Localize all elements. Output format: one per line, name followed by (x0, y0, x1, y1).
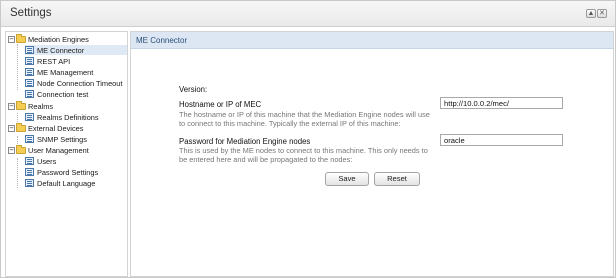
tree-item-label: SNMP Settings (37, 134, 87, 144)
tree-item-me-management[interactable]: ME Management (25, 67, 93, 77)
password-input[interactable] (440, 134, 563, 146)
tree-item-me-connector[interactable]: ME Connector (25, 45, 127, 55)
tree-group-user-management[interactable]: − User Management (8, 144, 89, 155)
tree-item-label: Default Language (37, 178, 96, 188)
tree-item-label: Connection test (37, 89, 89, 99)
tree-group-label: Mediation Engines (28, 34, 89, 44)
window-title: Settings (10, 7, 52, 19)
settings-page-icon (25, 79, 34, 87)
settings-page-icon (25, 135, 34, 143)
password-help-text: This is used by the ME nodes to connect … (179, 146, 428, 164)
close-icon[interactable]: ✕ (597, 9, 607, 18)
tree-guide (17, 136, 18, 144)
hostname-help-text: The hostname or IP of this machine that … (179, 110, 430, 128)
tree-item-label: Node Connection Timeout (37, 78, 123, 88)
tree-group-mediation-engines[interactable]: − Mediation Engines (8, 33, 89, 44)
tree-item-label: ME Management (37, 67, 94, 77)
settings-panel: ME Connector Version: Hostname or IP of … (130, 31, 614, 277)
settings-page-icon (25, 157, 34, 165)
settings-page-icon (25, 90, 34, 98)
tree-group-external-devices[interactable]: − External Devices (8, 122, 84, 133)
tree-item-snmp-settings[interactable]: SNMP Settings (25, 134, 87, 144)
tree-group-label: External Devices (28, 123, 84, 133)
password-label: Password for Mediation Engine nodes (179, 137, 311, 146)
settings-page-icon (25, 68, 34, 76)
hostname-input[interactable] (440, 97, 563, 109)
tree-guide (17, 158, 18, 188)
window-controls: ▲ ✕ (586, 9, 607, 18)
folder-icon (16, 122, 26, 132)
settings-page-icon (25, 168, 34, 176)
settings-page-icon (25, 57, 34, 65)
tree-item-connection-test[interactable]: Connection test (25, 89, 88, 99)
title-bar: Settings ▲ ✕ (1, 1, 615, 27)
panel-header: ME Connector (131, 32, 613, 49)
settings-window: Settings ▲ ✕ − Mediation Engines ME Conn… (0, 0, 616, 278)
tree-item-label: Users (37, 156, 57, 166)
tree-item-label: REST API (37, 56, 71, 66)
settings-page-icon (25, 46, 34, 54)
collapse-toggle-icon[interactable]: − (8, 124, 15, 132)
tree-item-node-connection-timeout[interactable]: Node Connection Timeout (25, 78, 122, 88)
collapse-icon[interactable]: ▲ (586, 9, 596, 18)
tree-item-default-language[interactable]: Default Language (25, 178, 95, 188)
folder-icon (16, 100, 26, 110)
settings-tree: − Mediation Engines ME Connector REST AP… (5, 31, 128, 277)
tree-group-label: Realms (28, 101, 54, 111)
version-label: Version: (179, 85, 208, 94)
folder-icon (16, 33, 26, 43)
tree-item-realms-definitions[interactable]: Realms Definitions (25, 112, 99, 122)
collapse-toggle-icon[interactable]: − (8, 102, 15, 110)
tree-item-label: ME Connector (37, 45, 85, 55)
settings-page-icon (25, 113, 34, 121)
tree-guide (17, 44, 18, 90)
settings-page-icon (25, 179, 34, 187)
hostname-label: Hostname or IP of MEC (179, 100, 262, 109)
collapse-toggle-icon[interactable]: − (8, 146, 15, 154)
tree-item-users[interactable]: Users (25, 156, 56, 166)
save-button[interactable]: Save (325, 172, 369, 186)
tree-item-rest-api[interactable]: REST API (25, 56, 70, 66)
collapse-toggle-icon[interactable]: − (8, 35, 15, 43)
tree-group-label: User Management (28, 145, 89, 155)
tree-item-label: Password Settings (37, 167, 99, 177)
tree-item-password-settings[interactable]: Password Settings (25, 167, 98, 177)
folder-icon (16, 144, 26, 154)
panel-title: ME Connector (136, 36, 188, 45)
reset-button[interactable]: Reset (374, 172, 420, 186)
tree-group-realms[interactable]: − Realms (8, 100, 54, 111)
tree-item-label: Realms Definitions (37, 112, 99, 122)
tree-guide (17, 113, 18, 122)
